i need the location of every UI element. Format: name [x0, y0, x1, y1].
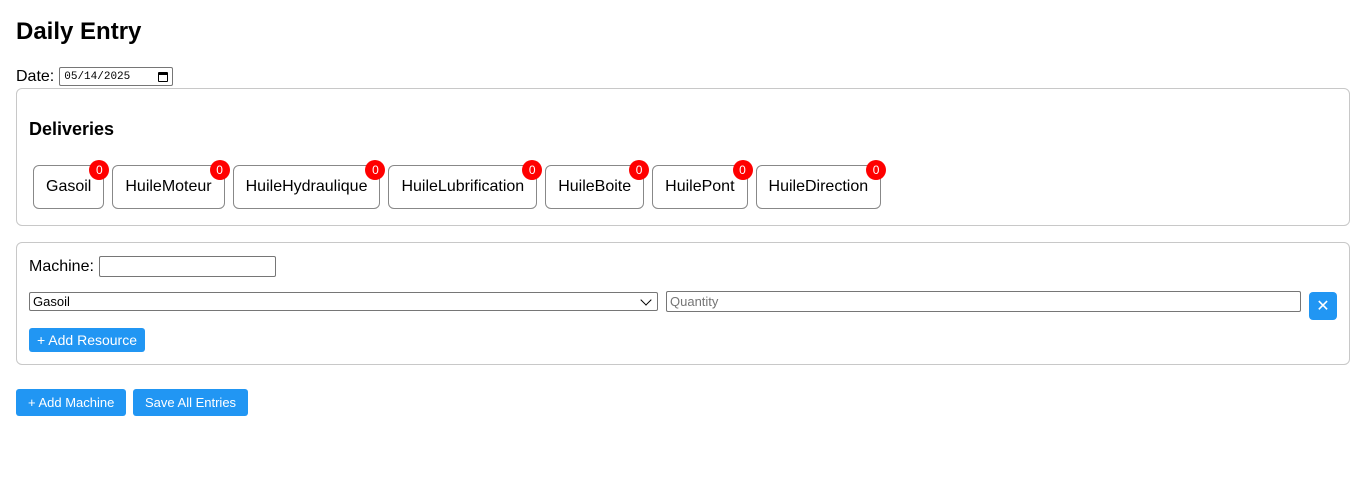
save-all-entries-button[interactable]: Save All Entries [133, 389, 249, 416]
count-badge: 0 [522, 160, 543, 180]
machine-panel: Machine: Gasoil Quantity ✕ + Add Resourc… [16, 242, 1350, 365]
delivery-chip-label: HuileLubrification [401, 178, 525, 195]
quantity-input[interactable]: Quantity [666, 291, 1301, 312]
delivery-chip-huilemoteur[interactable]: HuileMoteur 0 [112, 160, 230, 209]
delivery-chip-label: HuileMoteur [125, 178, 212, 195]
deliveries-title: Deliveries [29, 119, 115, 139]
machine-label: Machine: [29, 257, 94, 275]
date-value: 05/14/2025 [64, 70, 131, 83]
delivery-chip-huileboite[interactable]: HuileBoite 0 [545, 160, 650, 209]
delivery-chip-gasoil[interactable]: Gasoil 0 [33, 160, 110, 209]
count-badge: 0 [732, 160, 753, 180]
resource-select[interactable]: Gasoil [29, 292, 658, 311]
date-input[interactable]: 05/14/2025 [59, 67, 174, 86]
delivery-chip-huilelubrification[interactable]: HuileLubrification 0 [388, 160, 543, 209]
calendar-icon[interactable] [158, 71, 169, 82]
page-title: Daily Entry [16, 18, 142, 45]
chevron-down-icon [640, 293, 652, 306]
delivery-chip-label: HuilePont [665, 178, 735, 195]
delivery-chip-huilehydraulique[interactable]: HuileHydraulique 0 [232, 160, 386, 209]
count-badge: 0 [866, 160, 887, 180]
date-label: Date: [16, 67, 55, 85]
delivery-chip-huilepont[interactable]: HuilePont 0 [652, 160, 753, 209]
machine-row: Machine: [29, 256, 276, 277]
count-badge: 0 [89, 160, 110, 180]
delivery-chip-label: Gasoil [46, 178, 92, 195]
quantity-placeholder: Quantity [670, 294, 719, 309]
deliveries-panel: Deliveries Gasoil 0 HuileMoteur 0 HuileH… [16, 88, 1350, 226]
delivery-chip-label: HuileHydraulique [245, 178, 368, 195]
count-badge: 0 [365, 160, 386, 180]
delivery-chip-label: HuileDirection [768, 178, 869, 195]
close-icon: ✕ [1316, 298, 1330, 315]
machine-input[interactable] [98, 256, 276, 277]
date-row: Date: 05/14/2025 [16, 67, 174, 86]
remove-resource-button[interactable]: ✕ [1309, 292, 1337, 320]
count-badge: 0 [209, 160, 230, 180]
deliveries-list: Gasoil 0 HuileMoteur 0 HuileHydraulique … [33, 160, 887, 209]
add-machine-button[interactable]: + Add Machine [16, 389, 127, 416]
delivery-chip-huiledirection[interactable]: HuileDirection 0 [755, 160, 887, 209]
count-badge: 0 [629, 160, 650, 180]
delivery-chip-label: HuileBoite [558, 178, 632, 195]
resource-select-value: Gasoil [33, 294, 70, 309]
add-resource-button[interactable]: + Add Resource [29, 328, 146, 352]
